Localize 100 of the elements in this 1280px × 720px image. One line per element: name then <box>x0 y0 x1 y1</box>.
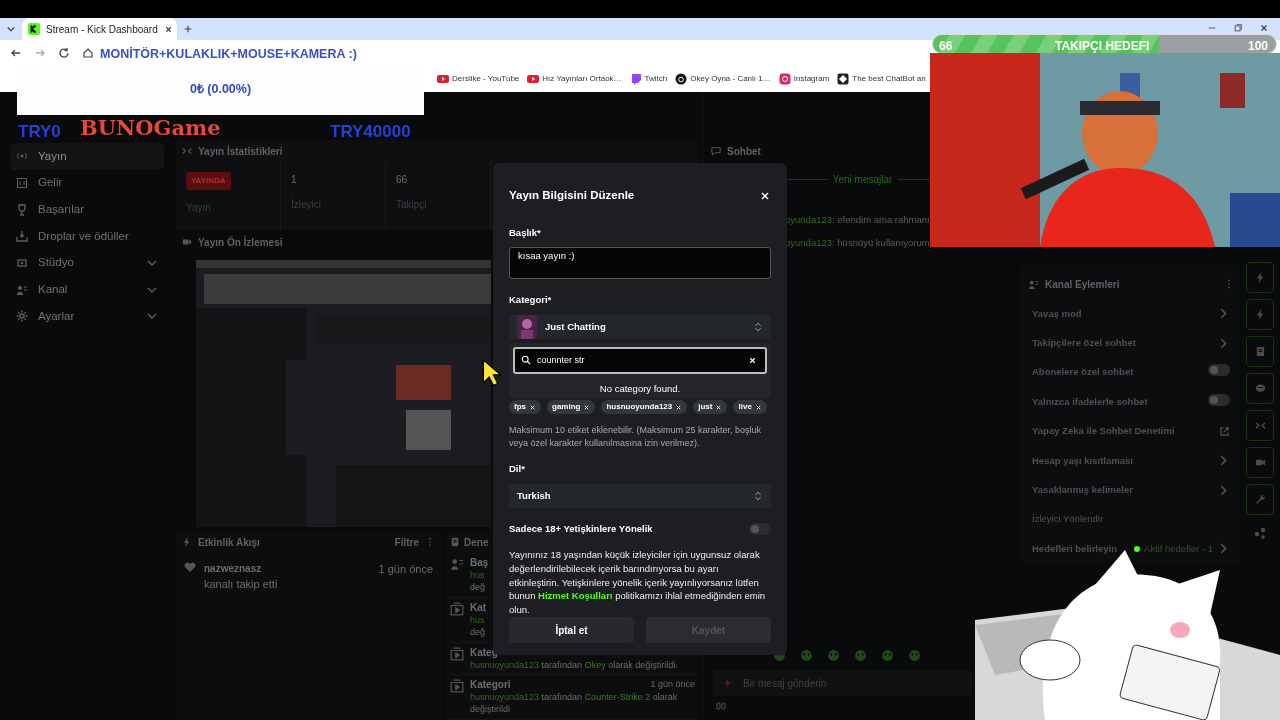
pause-icon <box>715 700 727 712</box>
remove-icon <box>754 403 762 411</box>
search-icon <box>521 354 531 365</box>
panel-title: Yayın Ön İzlemesi <box>198 235 283 250</box>
bookmark[interactable]: The best ChatBot an <box>837 73 926 85</box>
sidebar-item[interactable]: Kanal <box>10 276 164 304</box>
close-window-button[interactable] <box>1258 23 1270 33</box>
tool-button[interactable] <box>1246 336 1274 367</box>
tag-chip[interactable]: husnuoyunda123 <box>601 400 688 415</box>
log-entry-icon <box>450 646 464 661</box>
tag-chip[interactable]: fps <box>509 400 541 415</box>
tag-chip[interactable]: gaming <box>547 400 596 415</box>
entry-time: 1 gün önce <box>650 679 695 691</box>
event-text: kanalı takip etti <box>204 577 278 593</box>
sidebar-item[interactable]: Başarılar <box>10 196 164 224</box>
bookmark[interactable]: Hız Yayınları Ortaok… <box>527 73 622 85</box>
panel-title: Kanal Eylemleri <box>1045 277 1120 292</box>
tool-button[interactable] <box>1246 484 1274 515</box>
live-badge: YAYINDA <box>186 172 231 190</box>
entry-text: değiştirildi <box>470 704 511 715</box>
chat-message: oyunda123: efendim ama rahmanı <box>784 213 931 227</box>
emote-icon <box>800 649 813 662</box>
log-entry-icon <box>450 679 464 694</box>
stat-value: 66 <box>396 173 409 187</box>
restore-button[interactable] <box>1232 23 1244 33</box>
bookmark-icon <box>629 73 642 85</box>
remove-icon <box>583 403 591 411</box>
donation-goal-title: MONİTÖR+KULAKLIK+MOUSE+KAMERA :) <box>100 46 357 63</box>
code-icon <box>1254 420 1266 431</box>
search-field[interactable]: counnter str <box>513 346 767 374</box>
panel-title: Dene <box>464 535 489 550</box>
menu-icon <box>16 177 28 190</box>
sidebar-item[interactable]: Stüdyo <box>10 249 164 277</box>
chat-icon <box>1254 383 1266 394</box>
language-select[interactable]: Turkish <box>509 484 771 508</box>
wrench-icon <box>1254 494 1266 505</box>
goal-label: TAKIPÇI HEDEFI <box>1055 38 1150 53</box>
bookmark[interactable]: Twitch <box>629 73 668 85</box>
tag-chip[interactable]: just <box>693 400 728 415</box>
title-field[interactable]: kısaa yayın :) <box>509 246 771 279</box>
panel-title: Etkinlik Akışı <box>198 535 260 550</box>
external-link-icon <box>1219 425 1230 437</box>
bolt-icon <box>182 537 192 548</box>
entry-text: hus <box>470 570 485 582</box>
close-button[interactable] <box>759 189 771 202</box>
sidebar-item[interactable]: Gelir <box>10 169 164 197</box>
menu-icon <box>16 203 28 216</box>
clear-icon <box>748 355 757 365</box>
emote-icon <box>881 649 894 662</box>
help-text: Maksimum 10 etiket eklenebilir. (Maksimum 25 karakter, boşluk veya özel karakter kullanılmasına izin verilmez). <box>509 424 763 451</box>
sidebar-item[interactable]: Ayarlar <box>10 303 164 330</box>
category-select[interactable]: Just Chatting <box>509 314 771 339</box>
log-icon <box>450 537 460 548</box>
cursor-icon <box>482 360 502 387</box>
close-icon <box>163 24 173 34</box>
tool-button[interactable] <box>1246 262 1274 293</box>
new-messages-divider: Yeni mesajlar <box>832 173 893 187</box>
entry-text: hus <box>470 615 485 626</box>
toggle-switch[interactable] <box>1208 364 1230 377</box>
sort-icon <box>753 321 763 332</box>
tool-button[interactable] <box>1246 447 1274 478</box>
event-time: 1 gün önce <box>378 562 433 578</box>
sidebar-item[interactable]: Droplar ve ödüller <box>10 223 164 250</box>
forward-icon <box>34 47 46 59</box>
sidebar-item[interactable]: Yayın <box>10 143 164 170</box>
toggle-switch[interactable] <box>1208 393 1230 406</box>
browser-tab[interactable]: Stream - Kick Dashboard <box>22 18 177 40</box>
donation-target: TRY40000 <box>330 121 411 143</box>
share-icon <box>1254 527 1266 539</box>
notice-text: Yayınınız 18 yaşından küçük izleyiciler için uygunsuz olarak değerlendirilebilecek içerik barındırıyorsa bu ayarı etkinleştirin. Yetişkinlere yönelik içerik yayınlıyorsanız lütfen bunun Hizmet Koşulları politikamızı ihlal etmediğinden emin olun. <box>509 548 767 617</box>
remove-icon <box>675 403 683 411</box>
entry-title: Kat <box>470 602 487 614</box>
camera-icon <box>182 237 192 248</box>
tag-chip[interactable]: live <box>733 400 767 415</box>
field-label: Kategori* <box>509 292 553 307</box>
terms-link[interactable]: Hizmet Koşulları <box>538 590 613 602</box>
bookmark[interactable]: Okey Oyna - Canlı 1… <box>675 73 771 85</box>
goal-current: 66 <box>939 38 953 53</box>
remove-icon <box>529 403 536 411</box>
emote-icon <box>854 649 867 662</box>
emote-icon <box>908 649 921 662</box>
tool-button[interactable] <box>1246 410 1274 441</box>
bookmark-icon <box>837 73 850 85</box>
toggle-switch[interactable] <box>749 523 771 536</box>
bookmark[interactable]: Instagram <box>778 73 830 85</box>
close-icon <box>759 189 771 202</box>
tool-button[interactable] <box>1246 299 1274 330</box>
donation-amount: 0₺ (0.00%) <box>189 81 252 99</box>
entry-text: husnuoyunda123 tarafından Okey olarak değiştirildi. <box>470 659 678 671</box>
log-entry-icon <box>450 602 464 616</box>
cancel-button[interactable]: İptal et <box>509 617 634 643</box>
bolt-icon <box>1254 309 1266 320</box>
log-entry-icon <box>450 557 464 572</box>
bolt-icon <box>1254 272 1266 283</box>
heart-icon <box>184 561 196 574</box>
tool-button[interactable] <box>1246 373 1274 404</box>
section-label: İzleyici Yönlendir <box>1032 512 1104 527</box>
panel-title: Sohbet <box>727 144 761 159</box>
donation-start: TRY0 <box>18 121 61 143</box>
bookmark[interactable]: Derslike - YouTube <box>437 73 520 85</box>
